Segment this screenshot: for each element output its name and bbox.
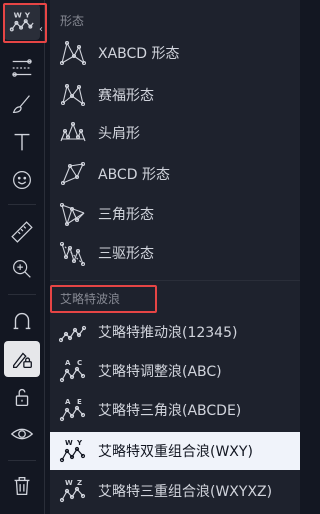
- lock-all-tool-button[interactable]: [4, 379, 40, 415]
- magnet-tool-button[interactable]: [4, 303, 40, 339]
- triple-combo-wave-icon: WZ: [59, 479, 86, 503]
- triangle-wave-icon: AE: [59, 398, 86, 422]
- menu-item-cypher-pattern[interactable]: 赛福形态: [50, 76, 300, 114]
- correction-wave-icon: AC: [59, 359, 86, 383]
- delete-tool-button[interactable]: [4, 468, 40, 504]
- hide-tool-button[interactable]: [4, 416, 40, 452]
- fib-tool-button[interactable]: [4, 50, 40, 86]
- trash-icon: [14, 476, 30, 496]
- menu-item-label: 头肩形: [98, 126, 140, 142]
- menu-item-triple-combo-wave[interactable]: WZ 艾略特三重组合浪(WXYXZ): [50, 472, 300, 510]
- ruler-icon: [11, 221, 33, 243]
- menu-item-label: 艾略特双重组合浪(WXY): [98, 444, 253, 460]
- menu-item-label: 艾略特三重组合浪(WXYXZ): [98, 484, 273, 500]
- drawing-tools-menu: 形态 XABCD 形态 赛福形态 头肩形 ABCD 形态 三角形态 三驱形态 艾…: [50, 0, 300, 514]
- three-drives-icon: [59, 241, 86, 267]
- section-title-elliott: 艾略特波浪: [60, 292, 121, 306]
- double-combo-wave-icon: WY: [59, 439, 86, 463]
- ruler-tool-button[interactable]: [4, 214, 40, 250]
- menu-item-label: ABCD 形态: [98, 167, 170, 183]
- menu-item-label: 赛福形态: [98, 88, 154, 104]
- toolbar-divider: [8, 204, 36, 205]
- impulse-wave-icon: [59, 325, 87, 343]
- toolbar-divider: [8, 294, 36, 295]
- chevron-right-icon[interactable]: ‹: [39, 24, 43, 35]
- eye-icon: [10, 428, 34, 440]
- abcd-pattern-icon: [60, 161, 86, 186]
- wave-pattern-tool-button[interactable]: W Y: [4, 4, 40, 40]
- menu-item-correction-wave[interactable]: AC 艾略特调整浪(ABC): [50, 352, 300, 390]
- pencil-lock-icon: [12, 352, 32, 369]
- smile-icon: [13, 171, 31, 189]
- svg-text:Y: Y: [76, 439, 83, 447]
- svg-text:A: A: [65, 398, 71, 406]
- menu-item-abcd-pattern[interactable]: ABCD 形态: [50, 155, 300, 193]
- zoom-tool-button[interactable]: [4, 251, 40, 287]
- menu-item-label: XABCD 形态: [98, 46, 180, 62]
- head-shoulders-icon: [60, 121, 86, 142]
- svg-text:A: A: [65, 359, 71, 367]
- menu-item-three-drives[interactable]: 三驱形态: [50, 234, 300, 272]
- lock-drawing-tool-button[interactable]: [4, 341, 40, 377]
- menu-item-triangle-wave[interactable]: AE 艾略特三角浪(ABCDE): [50, 391, 300, 429]
- menu-item-label: 三驱形态: [98, 246, 154, 262]
- svg-text:W: W: [65, 439, 73, 447]
- section-title-patterns: 形态: [60, 14, 85, 28]
- menu-item-head-shoulders[interactable]: 头肩形: [50, 114, 300, 152]
- cypher-pattern-icon: [60, 83, 86, 107]
- magnet-icon: [13, 312, 31, 330]
- fib-retracement-icon: [12, 59, 32, 77]
- svg-text:C: C: [77, 359, 82, 367]
- svg-text:W: W: [65, 479, 73, 487]
- triangle-pattern-icon: [59, 202, 85, 227]
- brush-icon: [12, 95, 30, 113]
- text-tool-button[interactable]: [4, 124, 40, 160]
- zoom-in-icon: [13, 260, 31, 278]
- menu-item-label: 艾略特三角浪(ABCDE): [98, 403, 242, 419]
- svg-text:Z: Z: [77, 479, 82, 487]
- xabcd-pattern-icon: [59, 40, 87, 66]
- menu-item-label: 三角形态: [98, 207, 154, 223]
- unlock-icon: [15, 388, 29, 407]
- wxy-wave-icon: W Y: [9, 10, 34, 32]
- left-toolbar: W Y ‹: [0, 0, 47, 514]
- menu-item-xabcd-pattern[interactable]: XABCD 形态: [50, 34, 300, 72]
- menu-item-triangle-pattern[interactable]: 三角形态: [50, 195, 300, 233]
- emoji-tool-button[interactable]: [4, 162, 40, 198]
- toolbar-divider: [8, 460, 36, 461]
- menu-item-impulse-wave[interactable]: 艾略特推动浪(12345): [50, 313, 300, 351]
- svg-text:Y: Y: [24, 10, 31, 19]
- menu-item-double-combo-wave[interactable]: WY 艾略特双重组合浪(WXY): [50, 432, 300, 470]
- menu-item-label: 艾略特推动浪(12345): [98, 325, 238, 341]
- menu-item-label: 艾略特调整浪(ABC): [98, 364, 222, 380]
- text-icon: [14, 133, 30, 151]
- svg-text:W: W: [14, 10, 22, 19]
- brush-tool-button[interactable]: [4, 86, 40, 122]
- svg-text:E: E: [77, 398, 82, 406]
- menu-divider: [50, 280, 300, 281]
